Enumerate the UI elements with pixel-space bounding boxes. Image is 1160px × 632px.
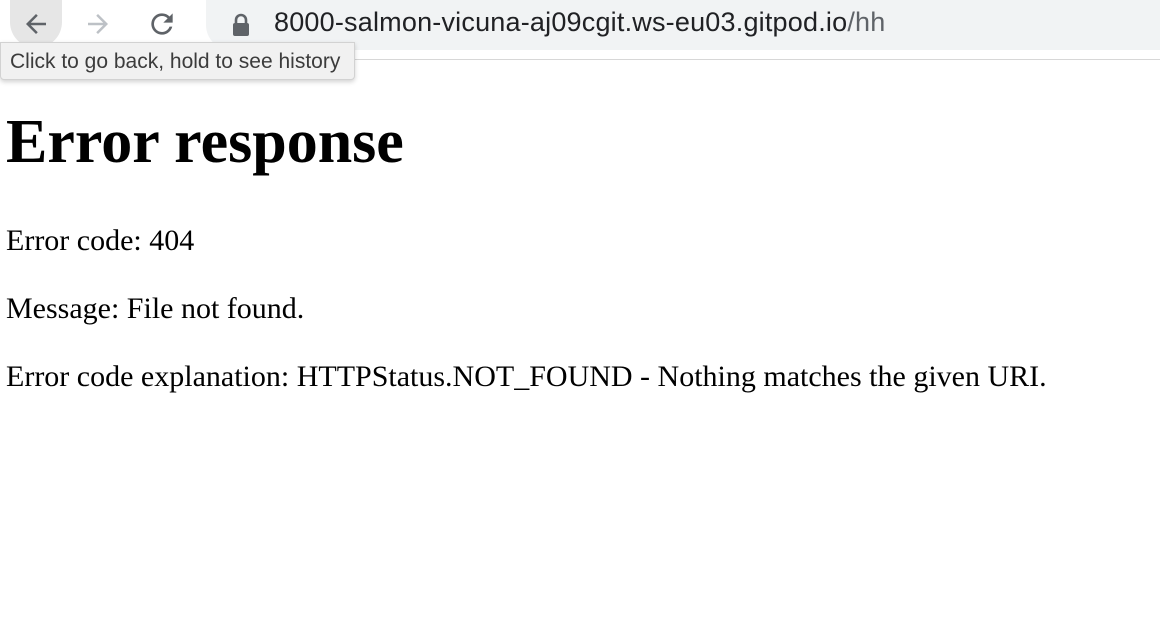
reload-button[interactable] xyxy=(138,0,186,48)
reload-icon xyxy=(151,13,173,35)
forward-button[interactable] xyxy=(74,0,122,48)
lock-icon[interactable] xyxy=(230,13,252,37)
back-button[interactable] xyxy=(10,0,62,48)
url-text[interactable]: 8000-salmon-vicuna-aj09cgit.ws-eu03.gitp… xyxy=(274,7,885,38)
page-title: Error response xyxy=(6,108,404,176)
page-content: Error response Error code: 404 Message: … xyxy=(6,100,1047,396)
url-path: /hh xyxy=(847,7,886,37)
error-code-text: Error code: 404 xyxy=(6,224,195,257)
arrow-left-icon xyxy=(26,14,46,34)
arrow-right-icon xyxy=(88,14,108,34)
back-button-tooltip: Click to go back, hold to see history xyxy=(0,42,356,80)
error-message-text: Message: File not found. xyxy=(6,292,305,325)
url-host: 8000-salmon-vicuna-aj09cgit.ws-eu03.gitp… xyxy=(274,7,848,37)
error-explanation-text: Error code explanation: HTTPStatus.NOT_F… xyxy=(6,360,1047,393)
